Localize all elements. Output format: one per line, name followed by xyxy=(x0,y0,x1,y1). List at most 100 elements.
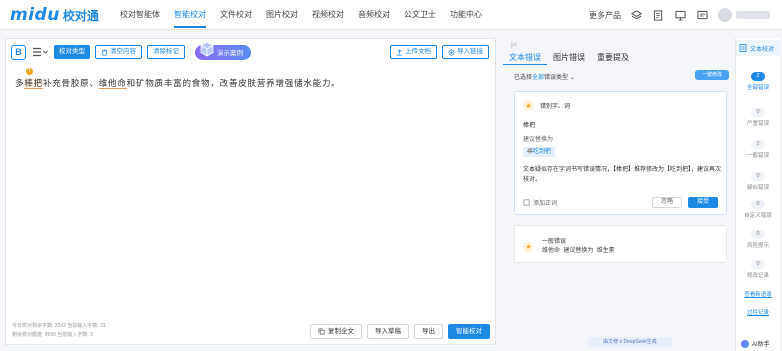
check-type-button[interactable]: 校对类型 xyxy=(54,45,90,59)
nav-item-file-check[interactable]: 文件校对 xyxy=(213,0,259,30)
message-icon[interactable] xyxy=(696,9,708,21)
nav-item-agent[interactable]: 校对智能体 xyxy=(113,0,167,30)
bookmark-icon xyxy=(523,199,530,205)
list-menu-icon[interactable] xyxy=(32,46,48,58)
view-new-quotes-link[interactable]: 查看新语录 xyxy=(736,290,780,298)
nav-item-video-check[interactable]: 视频校对 xyxy=(305,0,351,30)
card-footer: 添加正词 忽略 接受 xyxy=(523,196,718,208)
document-icon xyxy=(739,44,747,52)
stats-line-2: 剩余校对额度: 9999 当前输入字数: 3 xyxy=(12,332,93,338)
error-category: 错别字、词 xyxy=(540,104,571,110)
suggest-label: 建议替换为 xyxy=(523,137,554,143)
tab-text-errors[interactable]: 文本错误 xyxy=(503,51,547,65)
logo[interactable]: midu 校对通 xyxy=(10,5,99,25)
error-card-typo[interactable]: ★ 错别字、词 棒把 建议替换为 棒吃到把 文本疑似存在字词书写错误情况，【棒把… xyxy=(514,91,727,215)
clear-content-button[interactable]: 清空内容 xyxy=(95,45,142,59)
ai-label: AI助手 xyxy=(752,342,770,348)
tab-image-errors[interactable]: 图片错误 xyxy=(547,51,591,65)
collapse-panel-icon[interactable]: |< xyxy=(511,42,517,49)
nav-item-audio-check[interactable]: 音频校对 xyxy=(351,0,397,30)
smart-check-button[interactable]: 智能校对 xyxy=(448,324,490,339)
sidebar-item-general-errors[interactable]: 2 一般错误 xyxy=(736,140,780,159)
export-button[interactable]: 导出 xyxy=(414,324,443,339)
error-card-general[interactable]: ★ 一般错误 维他命 建议替换为 维生素 xyxy=(514,225,727,263)
upload-icon xyxy=(396,48,403,55)
clear-marks-button[interactable]: 清除标记 xyxy=(147,45,185,59)
link-icon xyxy=(448,49,455,55)
upload-doc-button[interactable]: 上传文档 xyxy=(390,45,437,59)
sidebar-item-label: 全部错误 xyxy=(746,85,769,91)
accept-button[interactable]: 接受 xyxy=(688,196,718,208)
star-icon: ★ xyxy=(523,241,534,253)
upload-doc-label: 上传文档 xyxy=(405,48,431,55)
text-segment: 多 xyxy=(15,78,25,88)
import-link-button[interactable]: 导入链接 xyxy=(442,45,489,59)
deepseek-badge: 由文修 x DeepSeek生成 xyxy=(588,337,672,347)
sidebar-item-severe-errors[interactable]: 0 严重错误 xyxy=(736,108,780,127)
card-suggestion-line: 维他命 建议替换为 维生素 xyxy=(542,247,615,256)
editor-content[interactable]: 多! 棒把补充骨胶原、维他命和矿物质丰富的食物，改善皮肤营养增强储水能力。 xyxy=(15,68,341,89)
top-bar: midu 校对通 校对智能体 智能校对 文件校对 图片校对 视频校对 音频校对 … xyxy=(0,0,782,30)
add-correct-word-button[interactable]: 添加正词 xyxy=(523,198,557,207)
avatar[interactable] xyxy=(718,8,732,22)
monitor-icon[interactable] xyxy=(674,9,686,21)
nav-item-feature-center[interactable]: 功能中心 xyxy=(443,0,489,30)
ai-icon xyxy=(741,339,749,348)
import-link-label: 导入链接 xyxy=(457,48,483,55)
tab-important-mentions[interactable]: 重要提及 xyxy=(591,51,635,65)
ignore-button[interactable]: 忽略 xyxy=(652,196,682,208)
layers-icon[interactable] xyxy=(630,9,642,21)
edit-doc-icon[interactable] xyxy=(652,9,664,21)
nav-item-document-guard[interactable]: 公文卫士 xyxy=(397,0,443,30)
stats-line-1: 今日校对剩余字数: 3942 当前输入字数: 31 xyxy=(12,323,106,329)
copy-all-button[interactable]: 复制全文 xyxy=(310,324,362,339)
username-placeholder[interactable] xyxy=(736,11,770,19)
ai-assistant-button[interactable]: AI助手 xyxy=(741,339,770,348)
import-draft-button[interactable]: 导入草稿 xyxy=(367,324,409,339)
nav-item-smart-check[interactable]: 智能校对 xyxy=(167,0,213,30)
more-products-link[interactable]: 更多产品 xyxy=(589,10,621,21)
error-stats-sidebar: 文本校对 2 全部错误 0 严重错误 2 一般错误 0 疑似错误 0 自定义错误… xyxy=(735,38,780,351)
filter-prefix: 已选择 xyxy=(514,75,533,81)
sidebar-item-custom-errors[interactable]: 0 自定义错误 xyxy=(736,200,780,219)
past-records-link[interactable]: 过往记录 xyxy=(736,308,780,316)
filter-suffix: 错误类型 xyxy=(544,75,569,81)
sidebar-item-label: 严重错误 xyxy=(746,121,769,127)
add-correct-word-label: 添加正词 xyxy=(533,200,558,207)
count-badge: 2 xyxy=(751,72,765,81)
sidebar-header[interactable]: 文本校对 xyxy=(736,40,780,56)
error-type-filter[interactable]: 已选择全部错误类型 ⌄ xyxy=(514,72,575,81)
sidebar-item-label: 一般错误 xyxy=(746,153,769,159)
replacement-text: 吃到把 xyxy=(533,149,552,155)
error-word: 棒把 xyxy=(24,78,43,88)
error-highlight-general[interactable]: 维他命 xyxy=(98,78,127,89)
count-badge: 0 xyxy=(751,230,765,239)
sidebar-item-label: 修改记录 xyxy=(746,273,769,279)
sidebar-item-all-errors[interactable]: 2 全部错误 xyxy=(736,72,780,91)
logo-cn: 校对通 xyxy=(62,8,99,23)
suggestion-chip[interactable]: 棒吃到把 xyxy=(523,147,556,157)
sidebar-item-label: 风险提示 xyxy=(746,243,769,249)
chevron-down-icon: ⌄ xyxy=(569,75,575,81)
trash-icon xyxy=(101,49,108,55)
sidebar-item-risk-tips[interactable]: 0 风险提示 xyxy=(736,230,780,249)
demo-case-button[interactable]: 演示案例 xyxy=(195,41,251,60)
bold-icon[interactable]: B xyxy=(11,44,26,60)
copy-icon xyxy=(318,328,325,335)
main-nav: 校对智能体 智能校对 文件校对 图片校对 视频校对 音频校对 公文卫士 功能中心 xyxy=(113,0,489,30)
error-highlight-typo[interactable]: ! 棒把 xyxy=(24,68,43,89)
count-badge: 0 xyxy=(751,260,765,269)
fix-all-button[interactable]: 一键修改 xyxy=(695,70,729,80)
suggest-label: 建议替换为 xyxy=(563,248,594,254)
cube-icon xyxy=(200,41,214,56)
result-tabs: 文本错误 图片错误 重要提及 xyxy=(503,51,635,65)
card-header: ★ 一般错误 维他命 建议替换为 维生素 xyxy=(523,238,615,256)
sidebar-item-suspected-errors[interactable]: 0 疑似错误 xyxy=(736,172,780,191)
nav-item-image-check[interactable]: 图片校对 xyxy=(259,0,305,30)
sidebar-item-edit-history[interactable]: 0 修改记录 xyxy=(736,260,780,279)
bottom-actions: 复制全文 导入草稿 导出 智能校对 xyxy=(305,324,490,339)
count-badge: 0 xyxy=(751,200,765,209)
sidebar-item-label: 自定义错误 xyxy=(744,213,772,219)
toolbar-right: 上传文档 导入链接 xyxy=(385,45,489,59)
editor-panel: B 校对类型 清空内容 清除标记 演示案例 上传文档 导入链接 多! 棒把补充骨胶… xyxy=(5,38,496,345)
